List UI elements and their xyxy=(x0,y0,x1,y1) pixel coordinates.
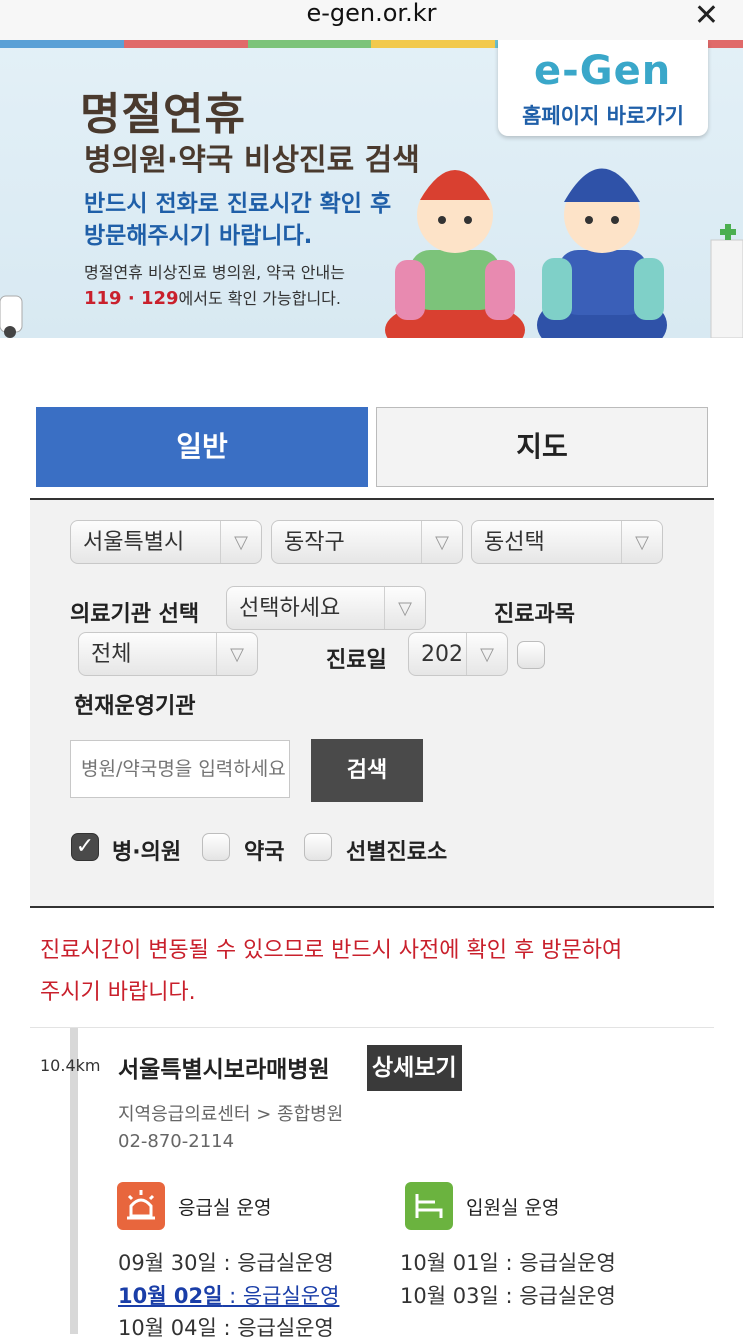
current-operating-checkbox[interactable] xyxy=(517,641,545,669)
schedule-status: : 응급실운영 xyxy=(216,1316,334,1340)
schedule-item: 09월 30일 : 응급실운영 xyxy=(118,1247,334,1277)
stripe-segment xyxy=(247,40,372,48)
department-select[interactable]: 전체 ▽ xyxy=(78,632,258,676)
chevron-down-icon: ▽ xyxy=(220,521,261,563)
schedule-status: : 응급실운영 xyxy=(498,1284,616,1308)
banner-subtitle: 병의원·약국 비상진료 검색 xyxy=(84,143,420,178)
schedule-item: 10월 01일 : 응급실운영 xyxy=(400,1247,616,1277)
chevron-down-icon: ▽ xyxy=(216,633,257,675)
banner-info-suffix: 에서도 확인 가능합니다. xyxy=(178,289,341,308)
district-select[interactable]: 동작구 ▽ xyxy=(271,520,463,564)
inpatient-room-label: 입원실 운영 xyxy=(466,1197,560,1219)
schedule-status: : 응급실운영 xyxy=(216,1251,334,1275)
chevron-down-icon: ▽ xyxy=(466,633,507,675)
notice-line1: 진료시간이 변동될 수 있으므로 반드시 사전에 확인 후 방문하여 xyxy=(40,938,623,963)
homepage-button[interactable]: e-Gen 홈페이지 바로가기 xyxy=(498,40,708,136)
banner-message-line2: 방문해주시기 바랍니다. xyxy=(84,223,313,249)
bed-icon xyxy=(405,1182,453,1230)
search-input[interactable] xyxy=(70,740,290,798)
emergency-numbers: 119 · 129 xyxy=(84,288,179,309)
banner-info: 명절연휴 비상진료 병의원, 약국 안내는 119 · 129에서도 확인 가능… xyxy=(84,260,345,312)
pharmacy-checkbox-label[interactable]: 약국 xyxy=(244,834,284,866)
notice-text: 진료시간이 변동될 수 있으므로 반드시 사전에 확인 후 방문하여 주시기 바… xyxy=(40,930,700,1014)
screening-clinic-checkbox[interactable] xyxy=(304,833,332,861)
institution-select[interactable]: 선택하세요 ▽ xyxy=(226,586,426,630)
city-select[interactable]: 서울특별시 ▽ xyxy=(70,520,262,564)
hanbok-children-illustration xyxy=(385,168,667,338)
chevron-down-icon: ▽ xyxy=(384,587,425,629)
chevron-down-icon: ▽ xyxy=(421,521,462,563)
institution-select-value: 선택하세요 xyxy=(239,596,341,621)
results-divider xyxy=(30,1027,714,1028)
check-icon: ✓ xyxy=(75,834,95,859)
stripe-segment xyxy=(371,40,496,48)
schedule-date: 10월 02일 xyxy=(118,1284,223,1308)
schedule-date: 10월 04일 xyxy=(118,1316,217,1340)
browser-bar: e-gen.or.kr ✕ xyxy=(0,0,743,41)
detail-button[interactable]: 상세보기 xyxy=(367,1045,462,1091)
schedule-date: 09월 30일 xyxy=(118,1251,217,1275)
banner-title: 명절연휴 xyxy=(80,89,246,140)
department-label: 진료과목 xyxy=(494,602,575,627)
notice-line2: 주시기 바랍니다. xyxy=(40,980,196,1005)
search-button[interactable]: 검색 xyxy=(311,739,423,802)
view-tabs: 일반 지도 xyxy=(36,407,708,489)
date-label: 진료일 xyxy=(326,648,387,673)
egen-logo: e-Gen xyxy=(534,48,672,94)
department-select-value: 전체 xyxy=(91,642,132,667)
pharmacy-checkbox[interactable] xyxy=(202,833,230,861)
schedule-item: 10월 04일 : 응급실운영 xyxy=(118,1312,334,1342)
siren-icon xyxy=(117,1182,165,1230)
hospital-building-icon xyxy=(710,224,743,338)
hospital-checkbox-label[interactable]: 병·의원 xyxy=(112,834,181,866)
dong-select[interactable]: 동선택 ▽ xyxy=(471,520,663,564)
holiday-banner: 명절연휴 병의원·약국 비상진료 검색 반드시 전화로 진료시간 확인 후 방문… xyxy=(0,40,743,338)
date-select[interactable]: 202 ▽ xyxy=(408,632,508,676)
institution-label: 의료기관 선택 xyxy=(70,602,200,627)
homepage-button-label: 홈페이지 바로가기 xyxy=(522,104,684,128)
ambulance-icon xyxy=(0,295,23,338)
stripe-segment xyxy=(123,40,248,48)
schedule-status: : 응급실운영 xyxy=(498,1251,616,1275)
hospital-category: 지역응급의료센터 > 종합병원 xyxy=(118,1104,344,1125)
chevron-down-icon: ▽ xyxy=(621,521,662,563)
screening-clinic-checkbox-label[interactable]: 선별진료소 xyxy=(346,834,447,866)
banner-message: 반드시 전화로 진료시간 확인 후 방문해주시기 바랍니다. xyxy=(84,188,391,252)
current-operating-label: 현재운영기관 xyxy=(74,694,196,719)
tab-general[interactable]: 일반 xyxy=(36,407,368,487)
city-select-value: 서울특별시 xyxy=(83,530,185,555)
hospital-phone[interactable]: 02-870-2114 xyxy=(118,1131,234,1152)
schedule-status: : 응급실운영 xyxy=(222,1284,340,1308)
stripe-segment xyxy=(0,40,124,48)
banner-info-line1: 명절연휴 비상진료 병의원, 약국 안내는 xyxy=(84,263,345,282)
schedule-item: 10월 03일 : 응급실운영 xyxy=(400,1280,616,1310)
hospital-checkbox[interactable]: ✓ xyxy=(71,833,99,861)
result-distance: 10.4km xyxy=(40,1056,101,1075)
search-form: 서울특별시 ▽ 동작구 ▽ 동선택 ▽ 의료기관 선택 선택하세요 ▽ 진료과목… xyxy=(30,500,714,906)
form-divider xyxy=(30,906,714,908)
schedule-date: 10월 01일 xyxy=(400,1251,499,1275)
banner-message-line1: 반드시 전화로 진료시간 확인 후 xyxy=(84,191,392,217)
schedule-date: 10월 03일 xyxy=(400,1284,499,1308)
dong-select-value: 동선택 xyxy=(484,530,545,555)
district-select-value: 동작구 xyxy=(284,530,345,555)
hospital-name[interactable]: 서울특별시보라매병원 xyxy=(118,1050,330,1084)
url-text[interactable]: e-gen.or.kr xyxy=(0,0,743,26)
tab-map[interactable]: 지도 xyxy=(376,407,708,487)
date-select-value: 202 xyxy=(421,642,463,667)
emergency-room-label: 응급실 운영 xyxy=(178,1197,272,1219)
schedule-item-highlighted[interactable]: 10월 02일 : 응급실운영 xyxy=(118,1280,339,1310)
close-icon[interactable]: ✕ xyxy=(694,0,719,33)
